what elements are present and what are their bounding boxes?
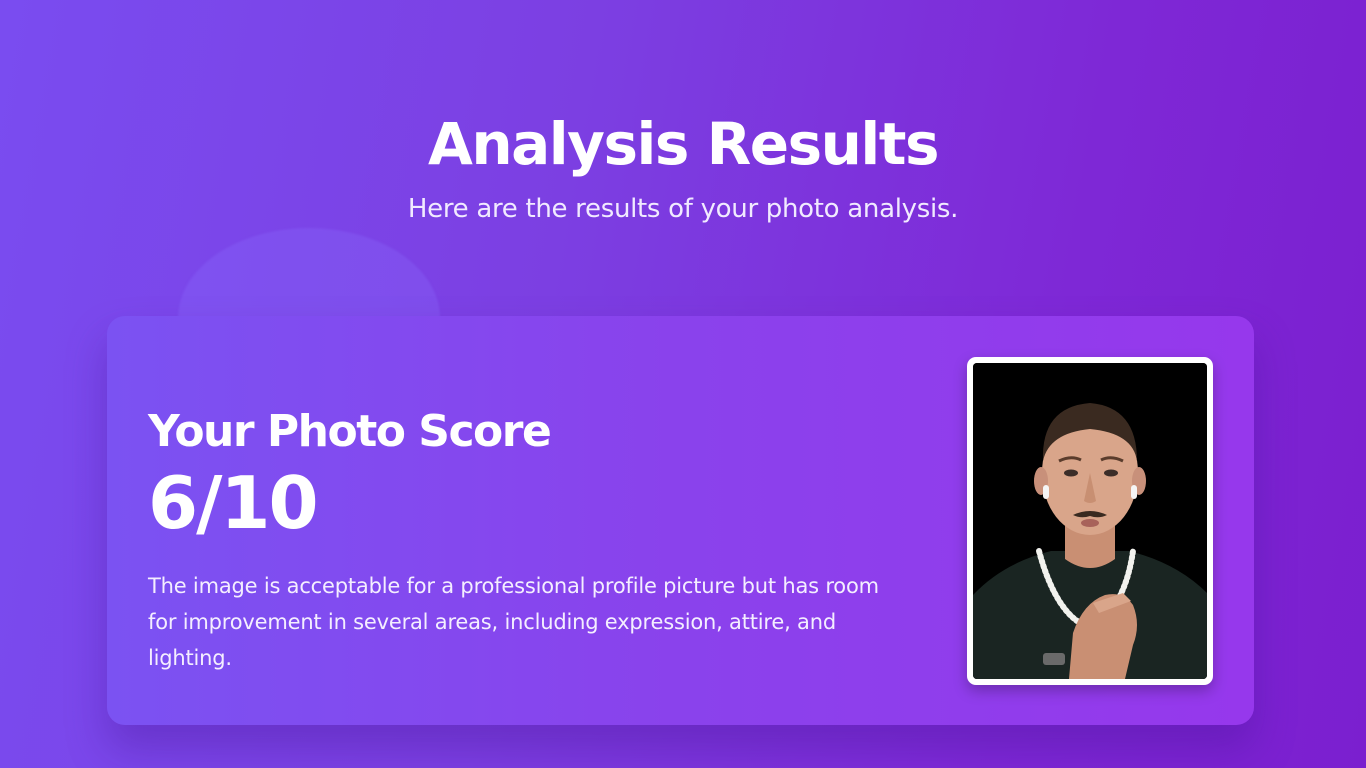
portrait-illustration <box>973 363 1207 679</box>
score-description: The image is acceptable for a profession… <box>148 574 879 670</box>
page-title: Analysis Results <box>427 110 940 178</box>
score-section: Your Photo Score 6/10 The image is accep… <box>148 404 908 676</box>
results-card: Your Photo Score 6/10 The image is accep… <box>107 316 1254 725</box>
page-header: Analysis Results Here are the results of… <box>0 108 1366 224</box>
photo-frame <box>967 357 1213 685</box>
profile-photo <box>973 363 1207 679</box>
score-label: Your Photo Score <box>148 406 552 457</box>
page-subtitle: Here are the results of your photo analy… <box>407 194 959 224</box>
score-value: 6/10 <box>148 461 319 545</box>
